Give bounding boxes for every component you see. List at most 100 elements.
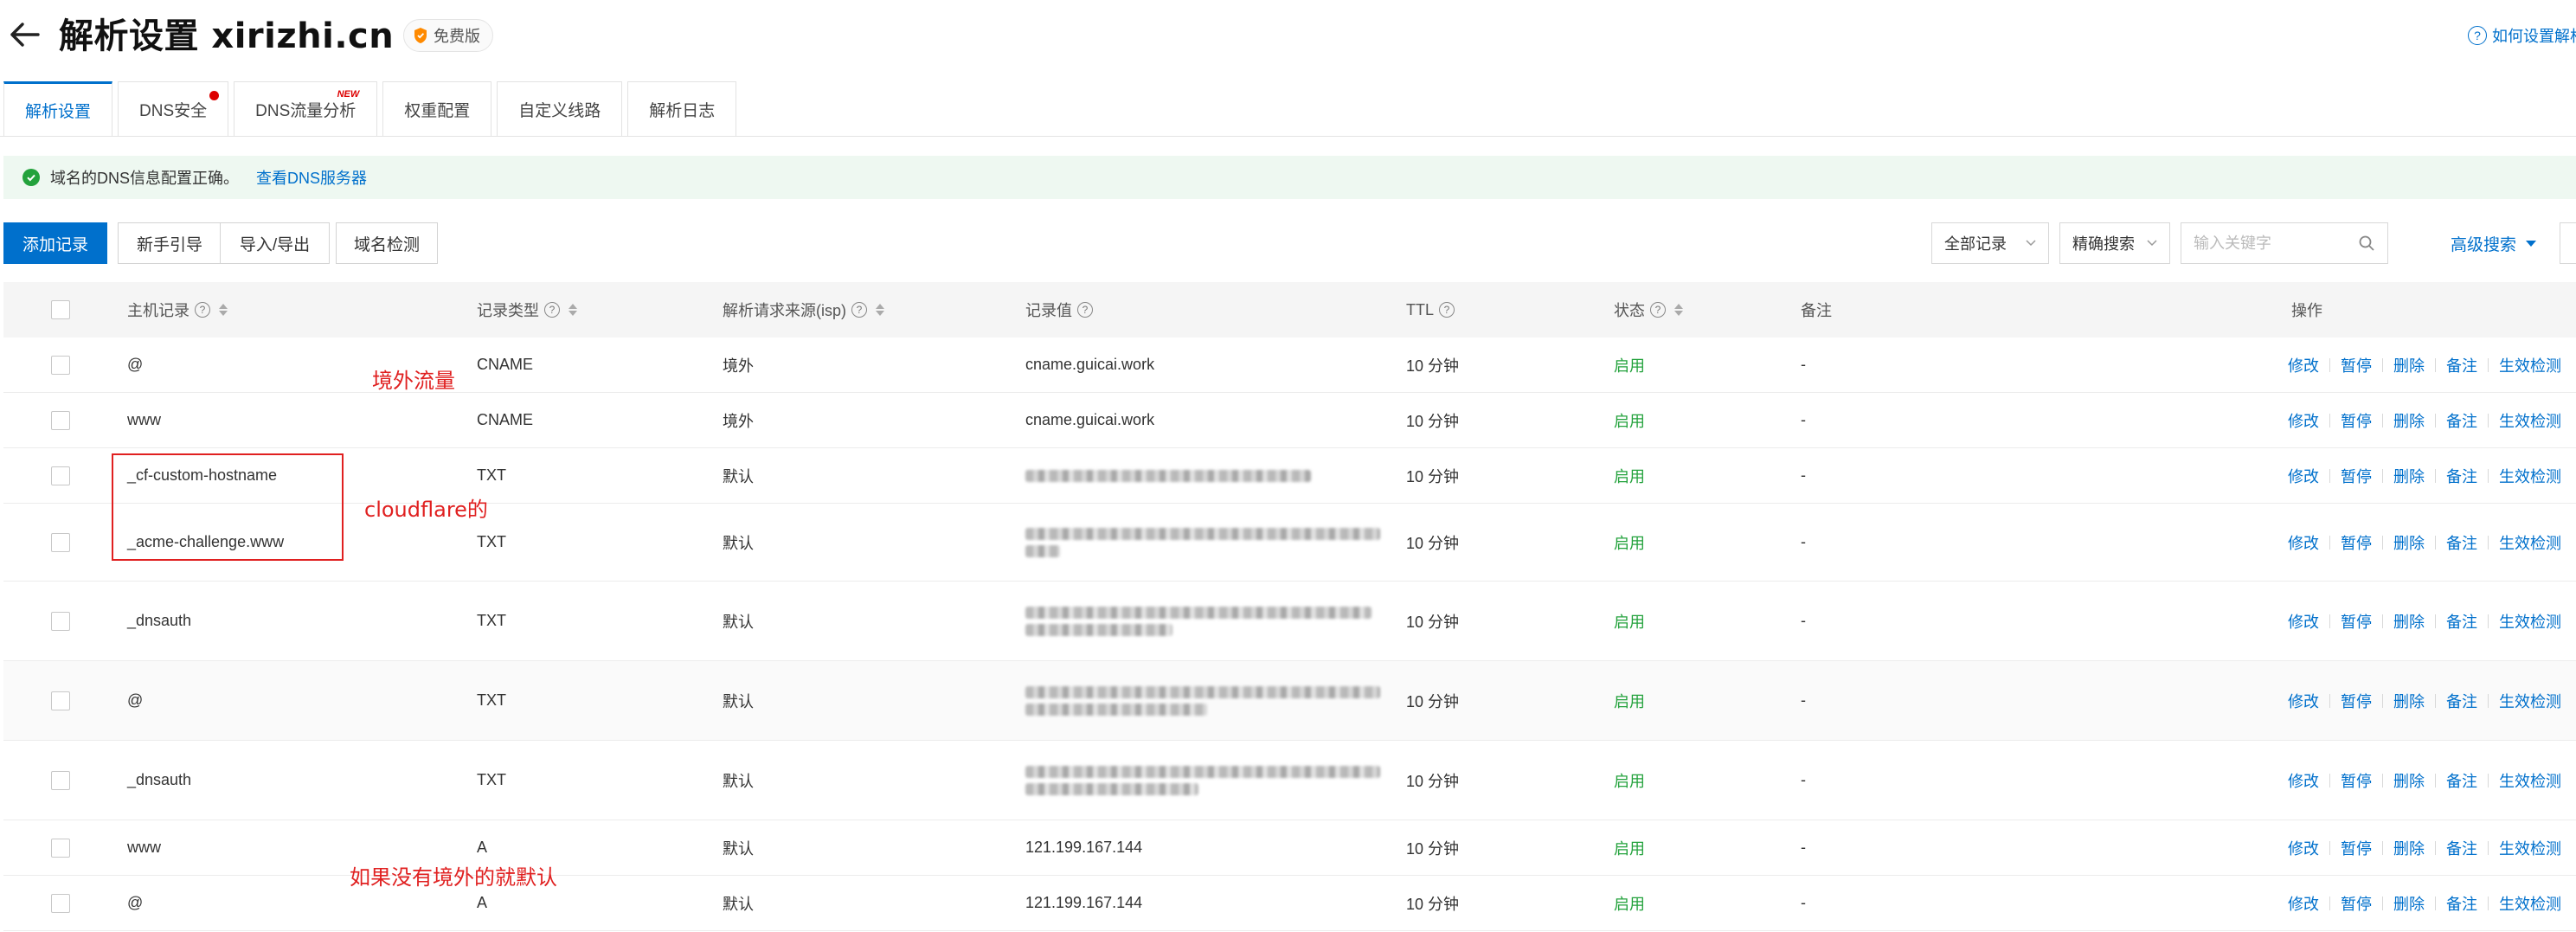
host-cell: @ <box>127 691 144 709</box>
delete-link[interactable]: 删除 <box>2393 769 2425 792</box>
verify-link[interactable]: 生效检测 <box>2499 531 2561 554</box>
tab-custom-lines[interactable]: 自定义线路 <box>497 81 623 137</box>
row-checkbox[interactable] <box>51 691 70 710</box>
tab-weight-config[interactable]: 权重配置 <box>382 81 492 137</box>
table-row: _dnsauth TXT 默认 10 分钟 启用 - 修改 暂停 删除 备注 生… <box>3 741 2576 820</box>
row-checkbox[interactable] <box>51 355 70 375</box>
row-checkbox[interactable] <box>51 410 70 430</box>
delete-link[interactable]: 删除 <box>2393 354 2425 376</box>
search-mode-value: 精确搜索 <box>2072 235 2135 253</box>
verify-link[interactable]: 生效检测 <box>2499 465 2561 487</box>
edit-link[interactable]: 修改 <box>2288 769 2319 792</box>
tab-dns-logs[interactable]: 解析日志 <box>627 81 737 137</box>
verify-link[interactable]: 生效检测 <box>2499 610 2561 633</box>
col-status[interactable]: 状态 ? <box>1614 282 1683 337</box>
advanced-search-toggle[interactable]: 高级搜索 <box>2451 222 2537 264</box>
delete-link[interactable]: 删除 <box>2393 531 2425 554</box>
edit-link[interactable]: 修改 <box>2288 892 2319 915</box>
record-filter-select[interactable]: 全部记录 <box>1931 222 2049 264</box>
remark-link[interactable]: 备注 <box>2446 354 2477 376</box>
help-icon[interactable]: ? <box>195 302 210 318</box>
verify-link[interactable]: 生效检测 <box>2499 769 2561 792</box>
verify-link[interactable]: 生效检测 <box>2499 354 2561 376</box>
edit-link[interactable]: 修改 <box>2288 409 2319 432</box>
search-input[interactable] <box>2194 234 2349 253</box>
row-checkbox[interactable] <box>51 466 70 485</box>
host-cell: _dnsauth <box>127 771 192 788</box>
edit-link[interactable]: 修改 <box>2288 837 2319 859</box>
remark-link[interactable]: 备注 <box>2446 837 2477 859</box>
settings-button[interactable] <box>2560 222 2576 264</box>
pause-link[interactable]: 暂停 <box>2341 610 2372 633</box>
col-source[interactable]: 解析请求来源(isp) ? <box>723 282 884 337</box>
remark-link[interactable]: 备注 <box>2446 690 2477 712</box>
tab-dns-settings[interactable]: 解析设置 <box>3 81 113 137</box>
row-checkbox[interactable] <box>51 893 70 913</box>
remark-link[interactable]: 备注 <box>2446 892 2477 915</box>
verify-link[interactable]: 生效检测 <box>2499 837 2561 859</box>
import-export-button[interactable]: 导入/导出 <box>220 222 330 264</box>
remark-link[interactable]: 备注 <box>2446 610 2477 633</box>
value-cell-redacted <box>1025 448 1311 503</box>
remark-link[interactable]: 备注 <box>2446 465 2477 487</box>
help-icon[interactable]: ? <box>851 302 867 318</box>
help-icon[interactable]: ? <box>544 302 560 318</box>
pause-link[interactable]: 暂停 <box>2341 354 2372 376</box>
delete-link[interactable]: 删除 <box>2393 837 2425 859</box>
pause-link[interactable]: 暂停 <box>2341 465 2372 487</box>
pause-link[interactable]: 暂停 <box>2341 769 2372 792</box>
select-all-checkbox[interactable] <box>51 300 70 319</box>
delete-link[interactable]: 删除 <box>2393 690 2425 712</box>
help-icon[interactable]: ? <box>1439 302 1455 318</box>
delete-link[interactable]: 删除 <box>2393 409 2425 432</box>
row-checkbox[interactable] <box>51 611 70 631</box>
remark-link[interactable]: 备注 <box>2446 769 2477 792</box>
pause-link[interactable]: 暂停 <box>2341 837 2372 859</box>
edit-link[interactable]: 修改 <box>2288 610 2319 633</box>
search-icon[interactable] <box>2358 235 2375 252</box>
sort-icon[interactable] <box>219 304 228 316</box>
col-host[interactable]: 主机记录 ? <box>127 282 228 337</box>
delete-link[interactable]: 删除 <box>2393 892 2425 915</box>
edit-link[interactable]: 修改 <box>2288 531 2319 554</box>
verify-link[interactable]: 生效检测 <box>2499 690 2561 712</box>
verify-link[interactable]: 生效检测 <box>2499 409 2561 432</box>
pause-link[interactable]: 暂停 <box>2341 531 2372 554</box>
status-cell: 启用 <box>1614 357 1645 375</box>
help-link[interactable]: ? 如何设置解析 <box>2468 24 2576 47</box>
host-cell: _dnsauth <box>127 612 192 629</box>
pause-link[interactable]: 暂停 <box>2341 409 2372 432</box>
remark-cell: - <box>1801 466 1806 484</box>
verify-link[interactable]: 生效检测 <box>2499 892 2561 915</box>
col-type[interactable]: 记录类型 ? <box>477 282 577 337</box>
tab-dns-traffic[interactable]: DNS流量分析 NEW <box>234 81 378 137</box>
edit-link[interactable]: 修改 <box>2288 465 2319 487</box>
delete-link[interactable]: 删除 <box>2393 465 2425 487</box>
remark-link[interactable]: 备注 <box>2446 531 2477 554</box>
help-icon[interactable]: ? <box>1077 302 1093 318</box>
row-checkbox[interactable] <box>51 838 70 858</box>
delete-link[interactable]: 删除 <box>2393 610 2425 633</box>
host-cell: www <box>127 839 161 856</box>
annotation-default-note: 如果没有境外的就默认 <box>350 865 557 890</box>
row-checkbox[interactable] <box>51 770 70 790</box>
search-mode-select[interactable]: 精确搜索 <box>2059 222 2170 264</box>
add-record-button[interactable]: 添加记录 <box>3 222 107 264</box>
row-checkbox[interactable] <box>51 532 70 552</box>
sort-icon[interactable] <box>569 304 577 316</box>
domain-check-button[interactable]: 域名检测 <box>336 222 438 264</box>
sort-icon[interactable] <box>1674 304 1683 316</box>
edit-link[interactable]: 修改 <box>2288 354 2319 376</box>
table-row: @ TXT 默认 10 分钟 启用 - 修改 暂停 删除 备注 生效检测 <box>3 661 2576 741</box>
edit-link[interactable]: 修改 <box>2288 690 2319 712</box>
sort-icon[interactable] <box>876 304 884 316</box>
tab-dns-security[interactable]: DNS安全 <box>118 81 229 137</box>
help-icon[interactable]: ? <box>1650 302 1666 318</box>
pause-link[interactable]: 暂停 <box>2341 892 2372 915</box>
value-cell: 121.199.167.144 <box>1025 894 1143 911</box>
remark-link[interactable]: 备注 <box>2446 409 2477 432</box>
pause-link[interactable]: 暂停 <box>2341 690 2372 712</box>
view-dns-servers-link[interactable]: 查看DNS服务器 <box>256 166 367 189</box>
beginner-guide-button[interactable]: 新手引导 <box>118 222 222 264</box>
back-arrow-icon[interactable] <box>5 16 43 54</box>
